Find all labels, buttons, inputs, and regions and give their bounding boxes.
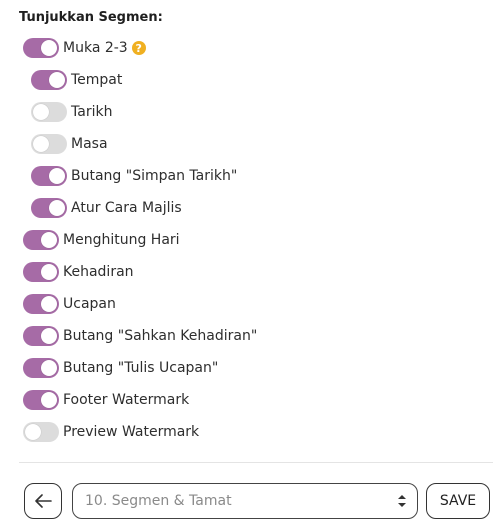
- toggle-knob: [41, 232, 57, 248]
- segment-row-ucapan: Ucapan: [23, 293, 116, 315]
- segment-row-masa: Masa: [31, 133, 108, 155]
- segment-select[interactable]: 10. Segmen & Tamat: [72, 483, 418, 519]
- segment-row-tempat: Tempat: [31, 69, 122, 91]
- toggle-knob: [41, 40, 57, 56]
- toggle-knob: [49, 200, 65, 216]
- section-heading: Tunjukkan Segmen:: [19, 10, 163, 25]
- segment-row-tulis-ucapan: Butang "Tulis Ucapan": [23, 357, 218, 379]
- toggle-switch[interactable]: [23, 262, 59, 282]
- toggle-knob: [33, 136, 49, 152]
- segment-label: Butang "Simpan Tarikh": [71, 168, 238, 184]
- toggle-knob: [41, 264, 57, 280]
- toggle-switch[interactable]: [31, 70, 67, 90]
- segment-row-preview-watermark: Preview Watermark: [23, 421, 199, 443]
- toggle-knob: [33, 104, 49, 120]
- toggle-switch[interactable]: [23, 390, 59, 410]
- toggle-knob: [49, 168, 65, 184]
- toggle-switch[interactable]: [31, 134, 67, 154]
- segment-label: Tarikh: [71, 104, 113, 120]
- segment-label: Tempat: [71, 72, 123, 88]
- segment-label: Masa: [71, 136, 108, 152]
- segment-row-menghitung-hari: Menghitung Hari: [23, 229, 180, 251]
- segment-row-tarikh: Tarikh: [31, 101, 112, 123]
- segment-label: Preview Watermark: [63, 424, 200, 440]
- toggle-switch[interactable]: [23, 294, 59, 314]
- arrow-left-icon: [35, 494, 52, 508]
- toggle-switch[interactable]: [31, 198, 67, 218]
- toggle-knob: [49, 72, 65, 88]
- toggle-knob: [41, 296, 57, 312]
- segment-label: Atur Cara Majlis: [71, 200, 182, 216]
- toggle-switch[interactable]: [23, 326, 59, 346]
- segment-select-value: 10. Segmen & Tamat: [85, 493, 232, 509]
- toggle-knob: [41, 360, 57, 376]
- segment-row-footer-watermark: Footer Watermark: [23, 389, 189, 411]
- toggle-switch[interactable]: [23, 230, 59, 250]
- toggle-switch[interactable]: [23, 358, 59, 378]
- segment-row-muka-2-3: Muka 2-3 ?: [23, 37, 146, 59]
- sort-arrows-icon: [398, 495, 406, 507]
- segment-label: Ucapan: [63, 296, 116, 312]
- back-button[interactable]: [24, 483, 62, 519]
- save-button[interactable]: SAVE: [426, 483, 490, 519]
- segment-label: Butang "Sahkan Kehadiran": [63, 328, 258, 344]
- segment-label: Kehadiran: [63, 264, 134, 280]
- toggle-switch[interactable]: [23, 38, 59, 58]
- divider: [19, 462, 493, 463]
- toggle-knob: [41, 328, 57, 344]
- toggle-knob: [25, 424, 41, 440]
- toggle-knob: [41, 392, 57, 408]
- toggle-switch[interactable]: [23, 422, 59, 442]
- help-icon[interactable]: ?: [131, 41, 146, 55]
- segment-label: Butang "Tulis Ucapan": [63, 360, 219, 376]
- toggle-switch[interactable]: [31, 102, 67, 122]
- segment-row-kehadiran: Kehadiran: [23, 261, 134, 283]
- segment-label: Muka 2-3: [63, 40, 128, 56]
- toggle-switch[interactable]: [31, 166, 67, 186]
- segment-row-atur-cara: Atur Cara Majlis: [31, 197, 182, 219]
- segment-label: Menghitung Hari: [63, 232, 180, 248]
- segment-label: Footer Watermark: [63, 392, 190, 408]
- segment-row-simpan-tarikh: Butang "Simpan Tarikh": [31, 165, 237, 187]
- segment-row-sahkan-kehadiran: Butang "Sahkan Kehadiran": [23, 325, 257, 347]
